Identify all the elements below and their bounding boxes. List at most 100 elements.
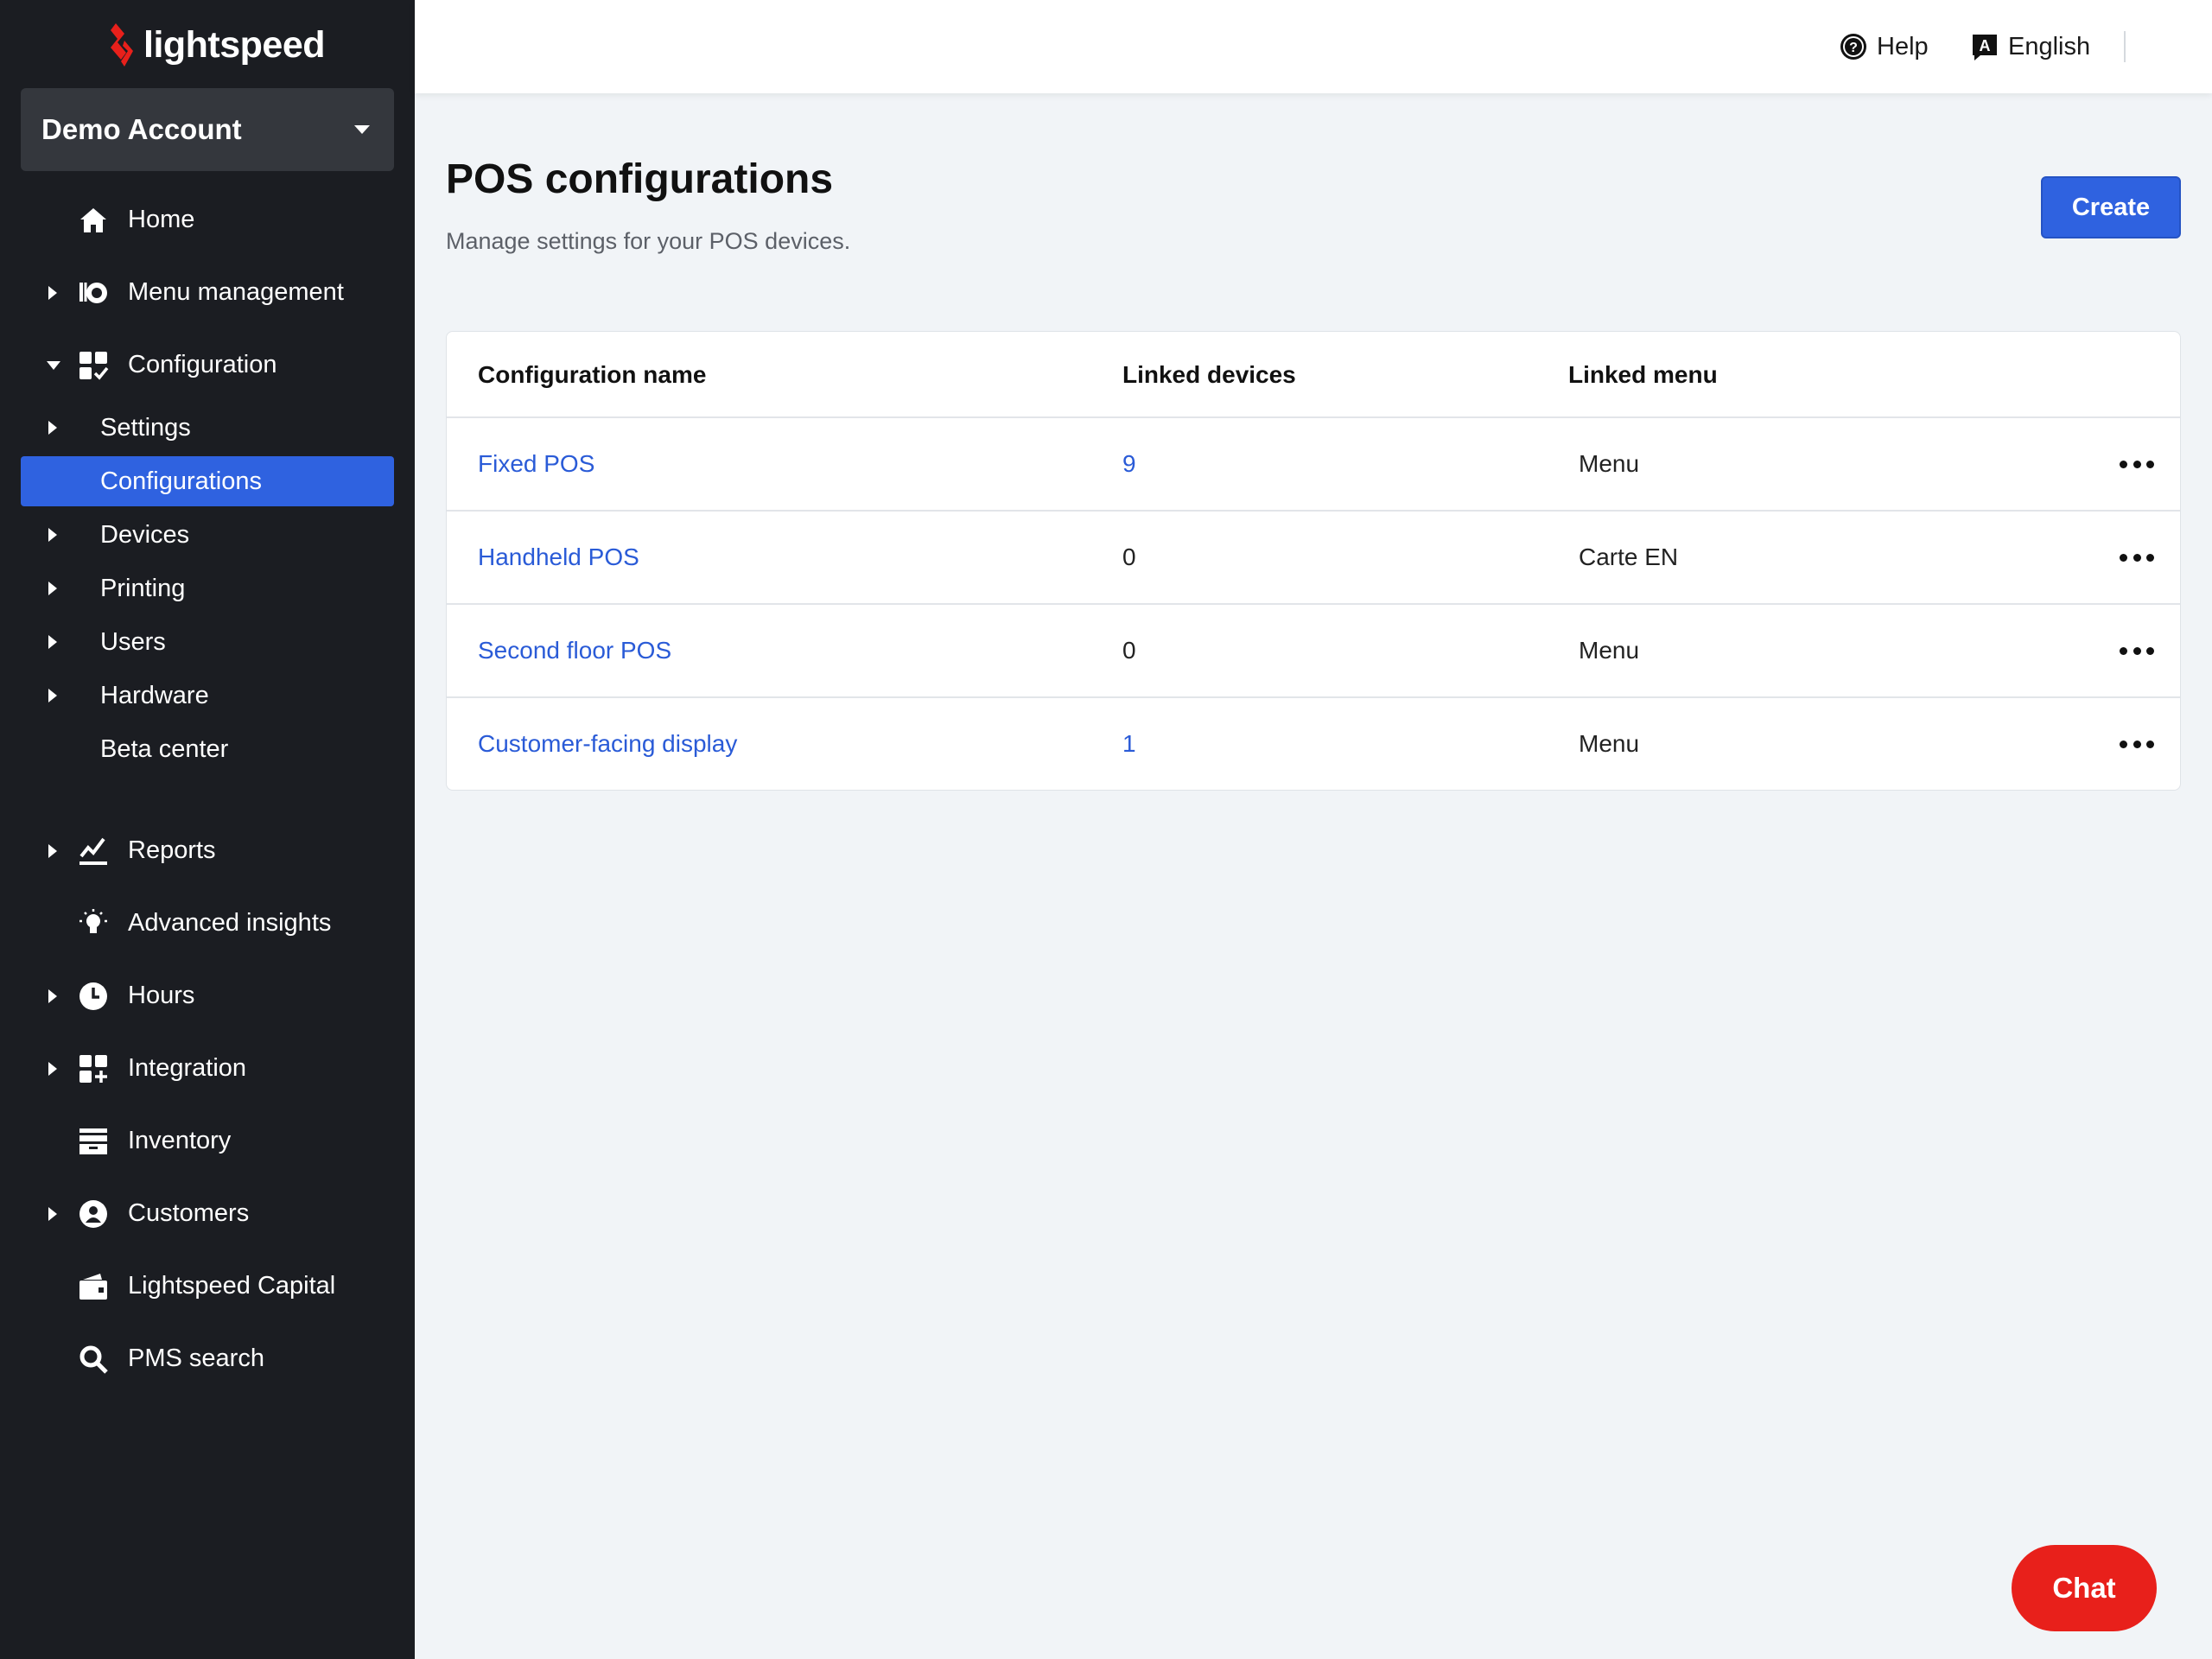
table-row: Customer-facing display 1 Menu <box>447 698 2180 790</box>
help-label: Help <box>1877 32 1929 60</box>
configuration-name-link[interactable]: Customer-facing display <box>478 698 737 790</box>
configuration-name-link[interactable]: Second floor POS <box>478 605 671 696</box>
menu-dish-icon <box>78 277 109 308</box>
wallet-icon <box>78 1271 109 1302</box>
linked-menu: Carte EN <box>1579 543 1679 570</box>
sidebar-item-label: Integration <box>128 1054 247 1082</box>
sidebar-item-label: Menu management <box>128 278 344 306</box>
sidebar-item-label: Users <box>100 628 166 656</box>
sidebar-item-label: Home <box>128 206 195 233</box>
sidebar-item-label: PMS search <box>128 1344 264 1372</box>
chevron-right-icon <box>48 528 57 542</box>
language-label: English <box>2008 32 2091 60</box>
more-options-icon[interactable] <box>2120 448 2154 480</box>
account-switcher[interactable]: Demo Account <box>21 88 394 171</box>
configuration-grid-icon <box>78 350 109 381</box>
chevron-right-icon <box>48 989 57 1003</box>
sidebar-item-label: Configuration <box>128 351 277 378</box>
sidebar-item-lightspeed-capital[interactable]: Lightspeed Capital <box>0 1265 415 1308</box>
sidebar-item-advanced-insights[interactable]: Advanced insights <box>0 902 415 945</box>
more-options-icon[interactable] <box>2120 728 2154 760</box>
sidebar-item-customers[interactable]: Customers <box>0 1192 415 1236</box>
sidebar-item-hardware[interactable]: Hardware <box>0 674 415 717</box>
create-button[interactable]: Create <box>2041 176 2181 238</box>
language-icon: A <box>1973 35 1997 60</box>
sidebar-item-home[interactable]: Home <box>0 199 415 242</box>
sidebar-item-label: Hardware <box>100 682 209 709</box>
chevron-down-icon <box>354 125 370 134</box>
linked-menu: Menu <box>1579 450 1640 477</box>
svg-text:A: A <box>1980 37 1991 54</box>
sidebar-item-beta-center[interactable]: Beta center <box>0 728 415 771</box>
clock-icon <box>78 981 109 1012</box>
chat-button[interactable]: Chat <box>2012 1545 2157 1631</box>
lightbulb-icon <box>78 908 109 939</box>
table-row: Handheld POS 0 Carte EN <box>447 512 2180 605</box>
sidebar-item-label: Settings <box>100 414 191 442</box>
integration-grid-icon <box>78 1053 109 1084</box>
column-header-menu[interactable]: Linked menu <box>1568 332 1718 418</box>
table-row: Fixed POS 9 Menu <box>447 418 2180 512</box>
sidebar-item-pms-search[interactable]: PMS search <box>0 1338 415 1381</box>
more-options-icon[interactable] <box>2120 542 2154 573</box>
sidebar-item-label: Advanced insights <box>128 909 332 937</box>
page-subtitle: Manage settings for your POS devices. <box>446 228 851 254</box>
sidebar-item-menu-management[interactable]: Menu management <box>0 271 415 315</box>
table-header: Configuration name Linked devices Linked… <box>447 332 2180 418</box>
brand-name: lightspeed <box>143 23 326 66</box>
column-header-devices[interactable]: Linked devices <box>1122 332 1296 418</box>
sidebar-item-label: Devices <box>100 521 190 549</box>
sidebar-item-label: Customers <box>128 1199 250 1227</box>
reports-chart-icon <box>78 836 109 867</box>
sidebar-item-printing[interactable]: Printing <box>0 567 415 610</box>
sidebar-item-users[interactable]: Users <box>0 620 415 664</box>
linked-devices: 0 <box>1122 543 1136 570</box>
chevron-right-icon <box>48 1062 57 1076</box>
search-icon <box>78 1344 109 1375</box>
help-button[interactable]: ? Help <box>1839 28 1929 66</box>
chevron-right-icon <box>48 582 57 595</box>
linked-devices: 0 <box>1122 637 1136 664</box>
column-header-name[interactable]: Configuration name <box>478 332 706 418</box>
chevron-right-icon <box>48 689 57 702</box>
lightspeed-logo[interactable]: lightspeed <box>104 19 326 71</box>
linked-devices-link[interactable]: 9 <box>1122 418 1136 510</box>
chevron-down-icon <box>47 361 60 370</box>
home-icon <box>78 205 109 236</box>
chevron-right-icon <box>48 421 57 435</box>
sidebar-item-label: Lightspeed Capital <box>128 1272 336 1300</box>
customer-avatar-icon <box>78 1198 109 1230</box>
sidebar-item-configuration[interactable]: Configuration <box>0 344 415 387</box>
help-icon: ? <box>1840 34 1866 60</box>
top-bar <box>415 0 2212 93</box>
sidebar-item-label: Configurations <box>100 467 262 495</box>
linked-menu: Menu <box>1579 730 1640 757</box>
svg-text:?: ? <box>1849 41 1858 55</box>
sidebar: lightspeed Demo Account Home Menu manage… <box>0 0 415 1659</box>
configuration-name-link[interactable]: Handheld POS <box>478 512 639 603</box>
configuration-name-link[interactable]: Fixed POS <box>478 418 594 510</box>
sidebar-item-reports[interactable]: Reports <box>0 830 415 873</box>
sidebar-item-integration[interactable]: Integration <box>0 1047 415 1090</box>
sidebar-item-inventory[interactable]: Inventory <box>0 1120 415 1163</box>
sidebar-item-hours[interactable]: Hours <box>0 975 415 1018</box>
topbar-divider <box>2124 31 2126 62</box>
sidebar-item-label: Reports <box>128 836 216 864</box>
chevron-right-icon <box>48 286 57 300</box>
configurations-table: Configuration name Linked devices Linked… <box>446 331 2181 791</box>
flame-icon <box>111 23 133 67</box>
page-title: POS configurations <box>446 156 834 202</box>
sidebar-item-label: Beta center <box>100 735 229 763</box>
sidebar-item-configurations[interactable]: Configurations <box>21 456 394 506</box>
sidebar-item-label: Printing <box>100 575 186 602</box>
sidebar-item-devices[interactable]: Devices <box>0 513 415 556</box>
sidebar-item-label: Hours <box>128 982 195 1009</box>
more-options-icon[interactable] <box>2120 635 2154 666</box>
sidebar-item-settings[interactable]: Settings <box>0 406 415 449</box>
chevron-right-icon <box>48 1207 57 1221</box>
account-name: Demo Account <box>41 113 242 145</box>
table-row: Second floor POS 0 Menu <box>447 605 2180 698</box>
chevron-right-icon <box>48 844 57 858</box>
language-button[interactable]: A English <box>1970 28 2090 66</box>
linked-devices-link[interactable]: 1 <box>1122 698 1136 790</box>
